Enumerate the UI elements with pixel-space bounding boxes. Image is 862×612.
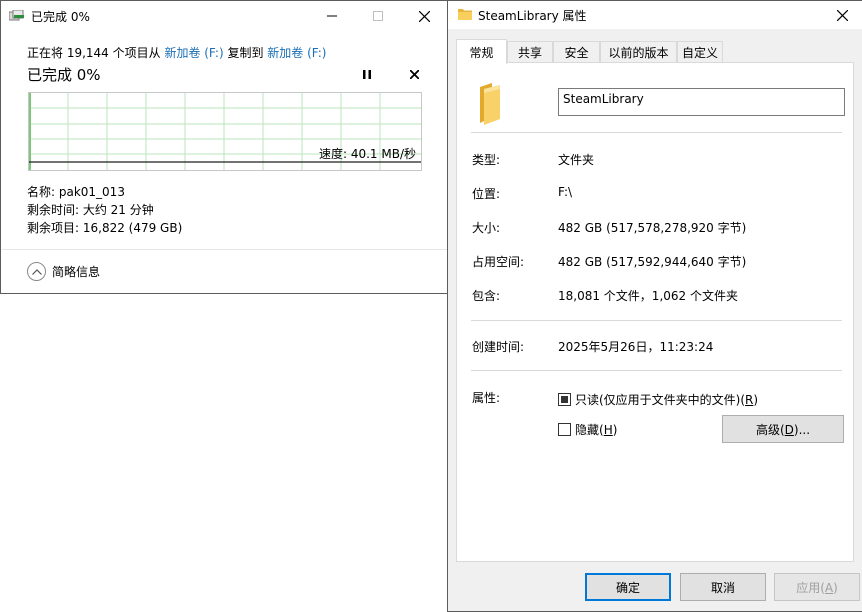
- copy-desc-mid: 复制到: [223, 46, 268, 60]
- copy-window-title: 已完成 0%: [31, 10, 90, 24]
- size-value: 482 GB (517,578,278,920 字节): [558, 221, 747, 235]
- copy-desc-prefix: 正在将 19,144 个项目从: [27, 46, 165, 60]
- close-button[interactable]: [822, 1, 862, 29]
- advanced-button[interactable]: 高级(D)...: [722, 415, 844, 443]
- ok-button[interactable]: 确定: [585, 573, 671, 601]
- close-icon: [418, 10, 430, 22]
- readonly-label: 只读(仅应用于文件夹中的文件)(R): [575, 393, 759, 407]
- advanced-label: 高级(D)...: [755, 422, 811, 437]
- tab-customize[interactable]: 自定义: [677, 41, 723, 63]
- hidden-label: 隐藏(H): [575, 423, 618, 437]
- general-tab-panel: SteamLibrary 类型: 文件夹 位置: F:\ 大小: 482 GB …: [456, 62, 854, 562]
- location-value: F:\: [558, 185, 573, 199]
- pause-icon: [363, 69, 371, 79]
- apply-button[interactable]: 应用(A): [774, 573, 860, 601]
- speed-label: 速度: 40.1 MB/秒: [318, 147, 416, 161]
- minimize-button[interactable]: [309, 1, 355, 31]
- items-remaining-label: 剩余项目: 16,822 (479 GB): [27, 221, 183, 235]
- contains-label: 包含:: [472, 289, 501, 303]
- minimize-icon: [327, 15, 337, 17]
- pause-button[interactable]: [357, 64, 377, 84]
- copy-progress-window: 已完成 0% 正在将 19,144 个项目从 新加卷 (F:) 复制到 新加卷 …: [0, 0, 448, 294]
- properties-window: SteamLibrary 属性 常规 共享 安全 以前的版本 自定义 Steam…: [447, 0, 862, 612]
- apply-label: 应用(A): [796, 580, 838, 595]
- fewer-details-toggle[interactable]: 简略信息: [27, 262, 100, 281]
- divider: [471, 370, 842, 371]
- close-icon: [836, 9, 848, 21]
- copy-title-bar[interactable]: 已完成 0%: [1, 1, 447, 31]
- close-button[interactable]: [401, 1, 447, 31]
- tab-security[interactable]: 安全: [553, 41, 600, 63]
- hidden-checkbox[interactable]: 隐藏(H): [558, 421, 617, 438]
- time-remaining-label: 剩余时间: 大约 21 分钟: [27, 203, 154, 217]
- properties-title-bar[interactable]: SteamLibrary 属性: [448, 1, 862, 29]
- tab-general[interactable]: 常规: [456, 39, 507, 64]
- chevron-up-icon: [27, 262, 46, 281]
- checkbox-indeterminate-icon: [558, 393, 571, 406]
- folder-icon: [458, 9, 472, 20]
- divider: [471, 132, 842, 133]
- folder-icon: [480, 83, 500, 125]
- divider: [2, 249, 448, 250]
- destination-link[interactable]: 新加卷 (F:): [267, 46, 326, 60]
- file-name-label: 名称: pak01_013: [27, 185, 125, 199]
- divider: [471, 320, 842, 321]
- type-label: 类型:: [472, 153, 501, 167]
- copy-description: 正在将 19,144 个项目从 新加卷 (F:) 复制到 新加卷 (F:): [27, 44, 326, 61]
- created-label: 创建时间:: [472, 340, 525, 354]
- speed-graph: 速度: 40.1 MB/秒: [28, 92, 422, 171]
- created-value: 2025年5月26日，11:23:24: [558, 340, 714, 354]
- tab-previous-versions[interactable]: 以前的版本: [600, 41, 677, 63]
- size-on-disk-value: 482 GB (517,592,944,640 字节): [558, 255, 747, 269]
- copy-icon: [9, 10, 24, 21]
- file-info: 名称: pak01_013 剩余时间: 大约 21 分钟 剩余项目: 16,82…: [27, 183, 182, 237]
- tab-sharing[interactable]: 共享: [507, 41, 553, 63]
- size-label: 大小:: [472, 221, 501, 235]
- size-on-disk-label: 占用空间:: [472, 255, 525, 269]
- location-label: 位置:: [472, 187, 501, 201]
- cancel-button[interactable]: 取消: [680, 573, 766, 601]
- folder-name-input[interactable]: SteamLibrary: [558, 88, 845, 116]
- maximize-button[interactable]: [355, 1, 401, 31]
- cancel-copy-button[interactable]: [404, 64, 424, 84]
- maximize-icon: [373, 11, 383, 21]
- type-value: 文件夹: [558, 153, 595, 167]
- source-link[interactable]: 新加卷 (F:): [164, 46, 223, 60]
- close-icon: [409, 69, 419, 79]
- readonly-checkbox[interactable]: 只读(仅应用于文件夹中的文件)(R): [558, 391, 758, 408]
- properties-window-title: SteamLibrary 属性: [478, 9, 587, 23]
- attributes-label: 属性:: [472, 391, 501, 405]
- progress-percent-label: 已完成 0%: [27, 66, 101, 84]
- fewer-details-label: 简略信息: [52, 265, 101, 279]
- checkbox-unchecked-icon: [558, 423, 571, 436]
- contains-value: 18,081 个文件，1,062 个文件夹: [558, 289, 738, 303]
